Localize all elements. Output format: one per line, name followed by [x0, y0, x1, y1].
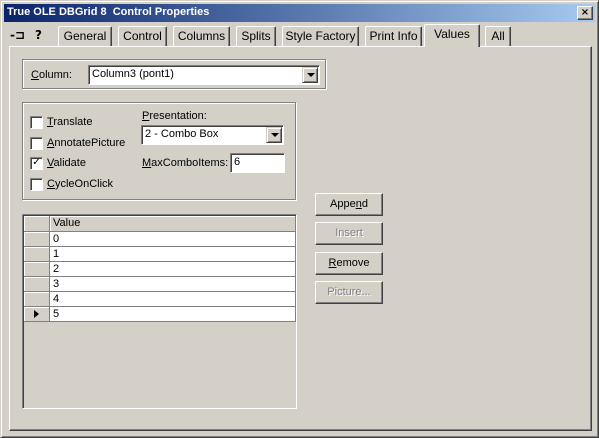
validate-label[interactable]: Validate — [47, 157, 86, 169]
table-row[interactable]: 5 — [24, 307, 296, 322]
grid-corner-selector[interactable] — [24, 216, 50, 232]
tab-columns[interactable]: Columns — [173, 26, 230, 46]
presentation-select[interactable]: 2 - Combo Box — [141, 125, 284, 145]
chevron-down-icon[interactable] — [266, 127, 282, 143]
table-row[interactable]: 4 — [24, 292, 296, 307]
window-title: True OLE DBGrid 8 Control Properties — [7, 6, 210, 18]
max-combo-items-label: MaxComboItems: — [142, 157, 229, 169]
column-select-value: Column3 (pont1) — [92, 68, 174, 80]
row-selector[interactable] — [24, 277, 50, 292]
presentation-label: Presentation: — [142, 110, 207, 122]
tab-control[interactable]: Control — [118, 26, 167, 46]
grid-cell[interactable]: 0 — [50, 232, 296, 247]
column-select[interactable]: Column3 (pont1) — [88, 65, 320, 85]
title-bar[interactable]: True OLE DBGrid 8 Control Properties × — [4, 4, 595, 22]
annotate-picture-checkbox[interactable] — [30, 137, 43, 150]
chevron-down-icon[interactable] — [302, 67, 318, 83]
row-selector[interactable] — [24, 262, 50, 277]
table-row[interactable]: 3 — [24, 277, 296, 292]
grid-cell[interactable]: 1 — [50, 247, 296, 262]
tab-splits[interactable]: Splits — [236, 26, 276, 46]
max-combo-items-input[interactable]: 6 — [230, 153, 285, 173]
pin-icon[interactable]: -⊐ — [10, 27, 25, 43]
grid-cell[interactable]: 4 — [50, 292, 296, 307]
tab-print-info[interactable]: Print Info — [365, 26, 422, 46]
close-button[interactable]: × — [577, 6, 593, 20]
row-selector[interactable] — [24, 247, 50, 262]
picture-button[interactable]: Picture... — [315, 281, 383, 304]
table-row[interactable]: 1 — [24, 247, 296, 262]
translate-checkbox[interactable] — [30, 116, 43, 129]
tab-all[interactable]: All — [485, 26, 511, 46]
translate-label[interactable]: Translate — [47, 116, 92, 128]
presentation-select-value: 2 - Combo Box — [145, 128, 219, 140]
table-row[interactable]: 0 — [24, 232, 296, 247]
tab-general[interactable]: General — [58, 26, 112, 46]
tab-values[interactable]: Values — [424, 24, 480, 47]
tab-style-factory[interactable]: Style Factory — [282, 26, 359, 46]
table-row[interactable]: 2 — [24, 262, 296, 277]
row-selector[interactable] — [24, 307, 50, 322]
row-selector[interactable] — [24, 292, 50, 307]
row-selector[interactable] — [24, 232, 50, 247]
grid-header: Value — [24, 216, 296, 232]
values-grid[interactable]: Value 0 1 2 3 4 5 — [22, 214, 297, 409]
column-label: Column: — [31, 69, 72, 81]
validate-checkbox[interactable]: ✓ — [30, 157, 43, 170]
insert-button[interactable]: Insert — [315, 222, 383, 245]
grid-cell[interactable]: 5 — [50, 307, 296, 322]
cycle-on-click-checkbox[interactable] — [30, 178, 43, 191]
help-icon[interactable]: ? — [35, 27, 42, 43]
grid-cell[interactable]: 3 — [50, 277, 296, 292]
remove-button[interactable]: Remove — [315, 252, 383, 275]
cycle-on-click-label[interactable]: CycleOnClick — [47, 178, 113, 190]
grid-cell[interactable]: 2 — [50, 262, 296, 277]
append-button[interactable]: Append — [315, 193, 383, 216]
max-combo-items-value: 6 — [234, 156, 241, 168]
column-header-value[interactable]: Value — [50, 216, 296, 232]
current-row-arrow-icon — [34, 310, 39, 318]
annotate-picture-label[interactable]: AnnotatePicture — [47, 137, 125, 149]
